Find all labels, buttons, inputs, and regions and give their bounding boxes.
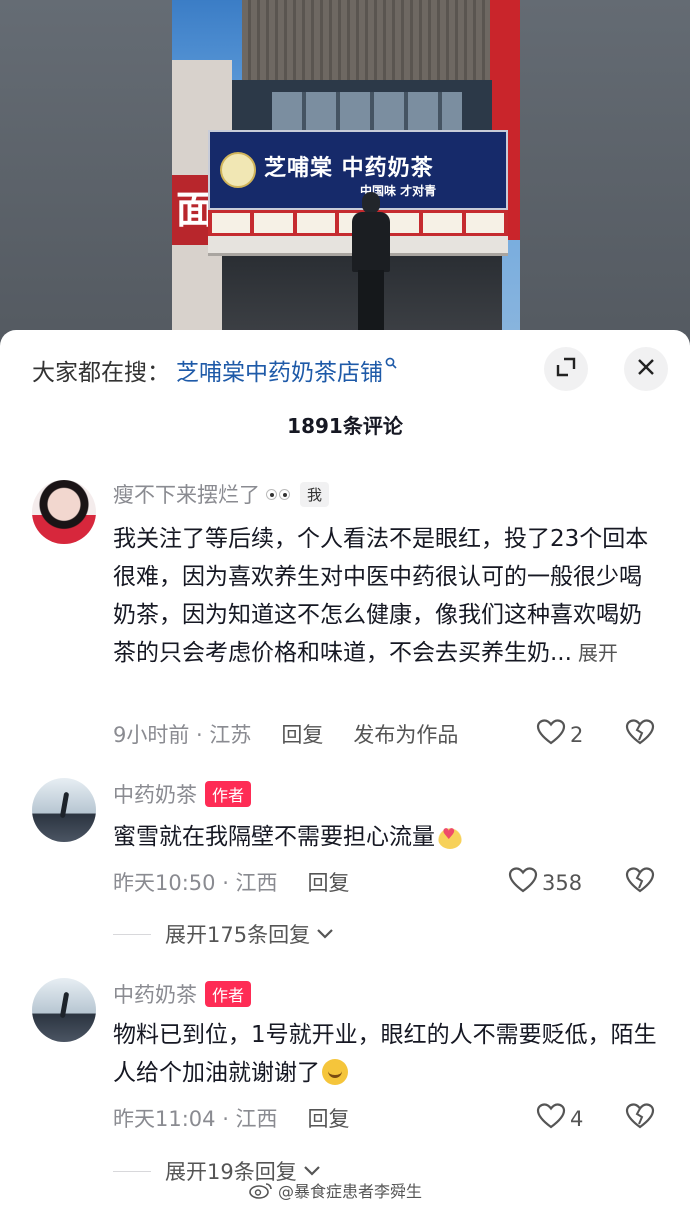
like-count: 2 [570,722,584,747]
search-prefix: 大家都在搜： [32,360,170,386]
comment-text: 物料已到位，1号就开业，眼红的人不需要贬低，陌生人给个加油就谢谢了 [113,1016,663,1092]
comment-body: 我关注了等后续，个人看法不是眼红，投了23个回本很难，因为喜欢养生对中医中药很认… [113,526,649,666]
username[interactable]: 瘦不下来摆烂了 [113,479,260,509]
reply-button[interactable]: 回复 [281,719,323,749]
avatar[interactable] [32,778,96,842]
comment-text: 我关注了等后续，个人看法不是眼红，投了23个回本很难，因为喜欢养生对中医中药很认… [113,520,663,672]
weibo-icon [248,1181,274,1199]
video-frame[interactable]: 面 芝哺棠 中药奶茶 中国味 才对青 [0,0,690,345]
chevron-down-icon [316,925,334,944]
comment-body: 蜜雪就在我隔壁不需要担心流量 [113,824,435,850]
comment-body: 物料已到位，1号就开业，眼红的人不需要贬低，陌生人给个加油就谢谢了 [113,1022,657,1086]
comment-count: 1891条评论 [287,414,403,438]
worker-figure [350,192,392,332]
reply-button[interactable]: 回复 [308,867,350,897]
dislike-button[interactable] [624,866,656,898]
dislike-icon [625,866,655,898]
storefront-photo: 面 芝哺棠 中药奶茶 中国味 才对青 [172,0,520,345]
weibo-watermark: @暴食症患者李舜生 [248,1177,422,1203]
author-tag: 作者 [205,981,252,1007]
search-icon [385,355,397,373]
eyes-emoji-icon [266,488,290,500]
username[interactable]: 中药奶茶 [113,779,197,809]
time-location: 昨天11:04 · 江西 [113,1107,278,1131]
expand-replies-button[interactable]: 展开175条回复 [113,919,334,949]
close-icon [636,357,656,381]
search-suggestion[interactable]: 大家都在搜： 芝哺棠中药奶茶店铺 [32,352,397,388]
heart-icon [508,866,538,899]
like-button[interactable]: 4 [536,1102,583,1135]
avatar[interactable] [32,480,96,544]
shop-sign-title: 芝哺棠 中药奶茶 [264,156,434,181]
comment-header: 中药奶茶 作者 [113,979,252,1009]
comment-text: 蜜雪就在我隔壁不需要担心流量 [113,815,663,856]
time-location: 昨天10:50 · 江西 [113,871,278,895]
me-tag: 我 [300,481,330,507]
hand-heart-emoji-icon [437,815,463,853]
username[interactable]: 中药奶茶 [113,979,197,1009]
dislike-button[interactable] [624,718,656,750]
divider [113,933,151,935]
building-windows [272,92,462,132]
comment-meta: 昨天10:50 · 江西 回复 [113,864,673,900]
video-blur-left [0,0,172,345]
search-term-link[interactable]: 芝哺棠中药奶茶店铺 [176,353,383,387]
like-count: 358 [542,870,583,895]
divider [113,1170,151,1172]
expand-button[interactable] [544,347,588,391]
comment-meta: 昨天11:04 · 江西 回复 [113,1100,673,1136]
like-count: 4 [570,1106,584,1131]
smile-emoji-icon [322,1059,348,1085]
reply-button[interactable]: 回复 [308,1103,350,1133]
shop-logo [220,152,256,188]
heart-icon [536,718,566,751]
expand-replies-label: 展开175条回复 [165,923,311,947]
comment-sheet: 大家都在搜： 芝哺棠中药奶茶店铺 1891条评论 瘦不下来摆烂了 我 我关注了等… [0,330,690,1206]
avatar[interactable] [32,978,96,1042]
time-location: 9小时前 · 江苏 [113,723,252,747]
comment-meta: 9小时前 · 江苏 回复 发布为作品 [113,716,673,752]
expand-comment-link[interactable]: 展开 [578,641,618,665]
comment-header: 中药奶茶 作者 [113,779,252,809]
close-button[interactable] [624,347,668,391]
watermark-text: @暴食症患者李舜生 [278,1182,423,1201]
heart-icon [536,1102,566,1135]
author-tag: 作者 [205,781,252,807]
like-button[interactable]: 358 [508,866,582,899]
like-button[interactable]: 2 [536,718,583,751]
dislike-icon [625,718,655,750]
dislike-button[interactable] [624,1102,656,1134]
building-facade [242,0,520,90]
dislike-icon [625,1102,655,1134]
video-blur-right [520,0,690,345]
post-as-work-button[interactable]: 发布为作品 [353,719,458,749]
expand-icon [555,356,577,382]
comment-header: 瘦不下来摆烂了 我 [113,479,330,509]
